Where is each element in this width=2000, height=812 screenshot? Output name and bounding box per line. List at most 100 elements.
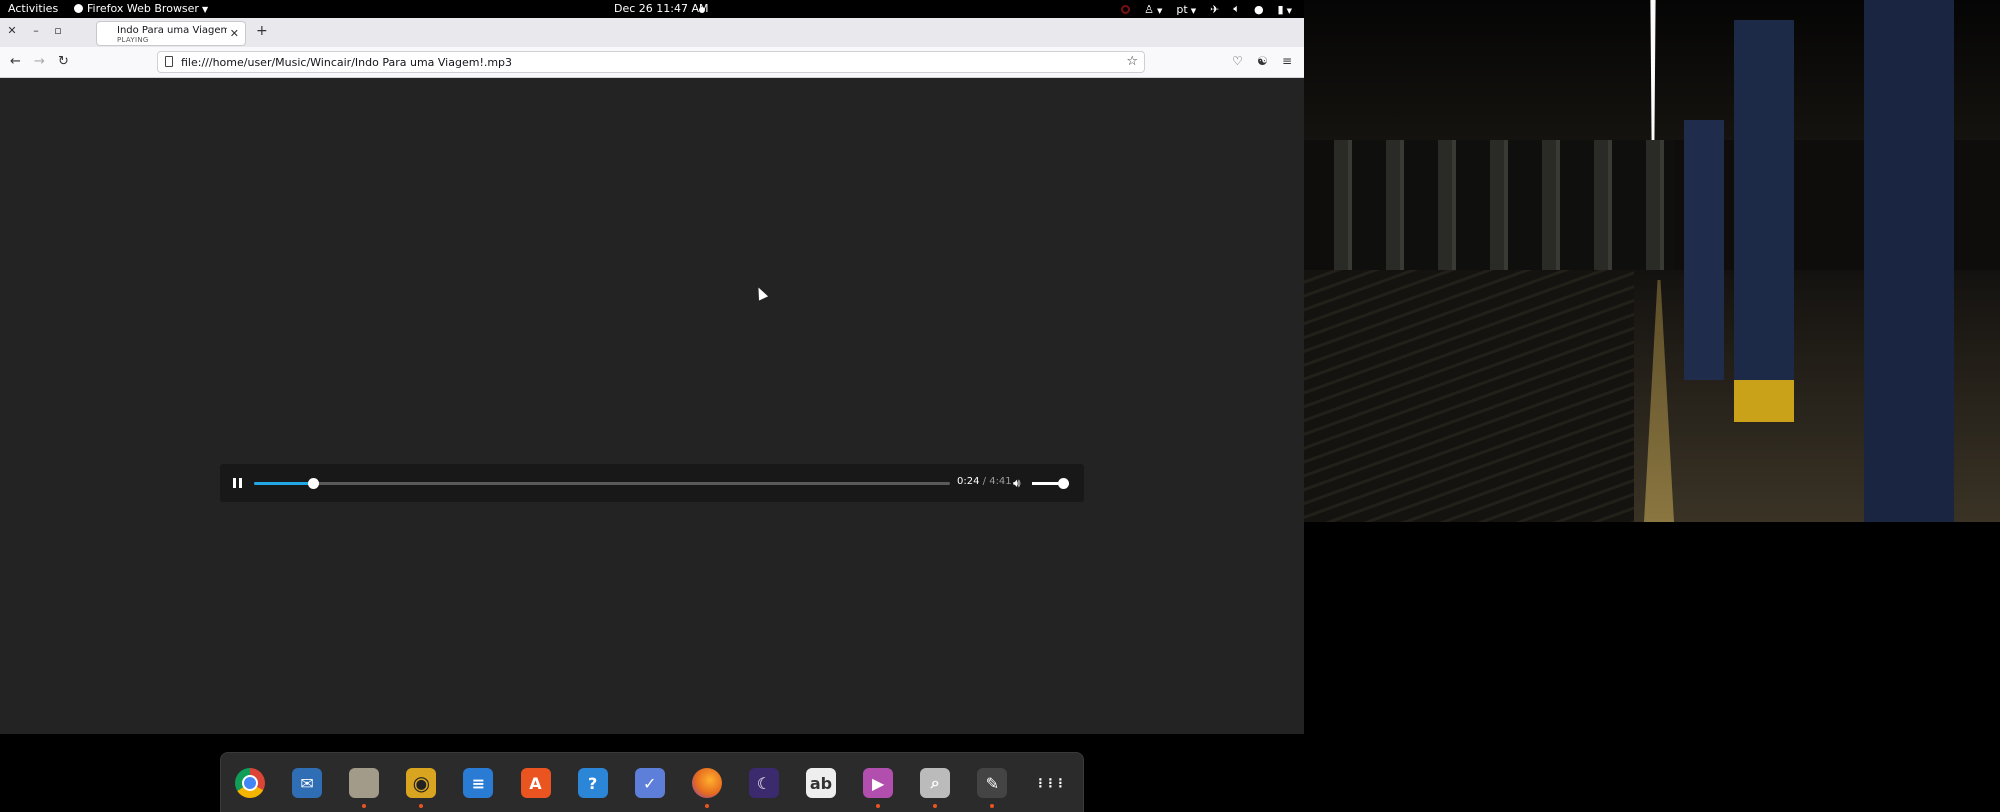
tracks (1304, 270, 1634, 522)
running-indicator (362, 804, 367, 808)
accessibility-menu[interactable]: ♙ ▼ (1144, 3, 1162, 16)
top-bar: Activities Firefox Web Browser ▼ Dec 26 1… (0, 0, 1304, 18)
dictionary-icon: ab (806, 768, 836, 798)
running-indicator (990, 804, 995, 808)
battery-icon: ▮ (1277, 2, 1284, 16)
system-menu[interactable]: ▮ ▼ (1278, 3, 1292, 16)
minimize-window-icon[interactable]: – (29, 24, 43, 37)
back-button[interactable]: ← (10, 54, 21, 69)
forward-button[interactable]: → (34, 54, 45, 69)
dock-item[interactable]: ab (804, 766, 838, 800)
pause-button[interactable] (233, 478, 242, 488)
todo-icon: ✓ (634, 768, 665, 798)
libreoffice-writer-icon: ≡ (463, 768, 494, 798)
dock-item[interactable]: ✉ (290, 766, 324, 800)
pause-icon (233, 478, 236, 488)
clock[interactable]: Dec 26 11:47 AM (614, 2, 709, 15)
dock-item[interactable]: ☾ (747, 766, 781, 800)
dock-item[interactable] (233, 766, 267, 800)
url-bar[interactable]: file:///home/user/Music/Wincair/Indo Par… (157, 51, 1145, 73)
tab-active[interactable]: Indo Para uma Viagem!.mp3 PLAYING ✕ (96, 21, 246, 46)
restore-window-icon[interactable]: ▫ (51, 24, 65, 37)
show-apps-icon: ⋮⋮⋮ (1034, 768, 1066, 798)
chevron-down-icon: ▼ (201, 5, 209, 14)
app-menu-label: Firefox Web Browser (87, 2, 199, 15)
current-time: 0:24 (957, 476, 980, 487)
platform-column (1734, 20, 1794, 380)
seek-handle[interactable] (308, 478, 320, 489)
app-menu[interactable]: Firefox Web Browser ▼ (74, 2, 208, 15)
close-tab-icon[interactable]: ✕ (230, 27, 239, 40)
chevron-down-icon: ▼ (1286, 6, 1292, 15)
chrome-icon (235, 768, 265, 798)
close-window-icon[interactable]: ✕ (5, 24, 19, 37)
activities-button[interactable]: Activities (8, 2, 58, 15)
dock-item[interactable] (347, 766, 381, 808)
system-tray[interactable]: ♙ ▼ pt ▼ ✈ 🔈︎ ● ▮ ▼ (1121, 2, 1292, 16)
volume-slider[interactable] (1032, 478, 1069, 489)
seek-slider[interactable] (254, 478, 950, 489)
accessibility-icon: ♙ (1144, 2, 1155, 16)
keyboard-layout-label: pt (1176, 2, 1188, 16)
opposite-platform (1334, 140, 1674, 270)
dock-item[interactable]: A (519, 766, 553, 800)
keyboard-layout-menu[interactable]: pt ▼ (1176, 3, 1196, 16)
files-icon (349, 768, 380, 798)
time-separator: / (979, 476, 990, 487)
running-indicator (419, 804, 424, 808)
chevron-down-icon: ▼ (1157, 6, 1163, 15)
inkscape-icon: ✎ (977, 768, 1008, 798)
pause-icon-bar (239, 478, 242, 488)
menu-icon[interactable]: ≡ (1282, 54, 1292, 68)
thunderbird-icon: ✉ (292, 768, 323, 798)
dock-item[interactable]: ✎ (975, 766, 1009, 808)
platform-column-base (1734, 380, 1794, 422)
tab-title: Indo Para uma Viagem!.mp3 (117, 25, 227, 36)
account-icon[interactable]: ☯ (1257, 54, 1268, 68)
navigation-toolbar: ← → ↻ file:///home/user/Music/Wincair/In… (0, 47, 1304, 78)
dock-item[interactable]: ⋮⋮⋮ (1032, 766, 1066, 800)
page-icon (165, 56, 173, 67)
tab-strip: ✕ – ▫ Indo Para uma Viagem!.mp3 PLAYING … (0, 18, 1304, 47)
image-viewer-icon: ⌕ (920, 768, 951, 798)
url-text[interactable]: file:///home/user/Music/Wincair/Indo Par… (181, 56, 512, 69)
wallpaper-photo (1304, 0, 2000, 522)
chevron-down-icon: ▼ (1190, 6, 1197, 15)
airplane-icon: ✈ (1210, 2, 1220, 16)
pocket-icon[interactable]: ♡ (1232, 54, 1243, 68)
mouse-cursor-icon (753, 285, 769, 301)
firefox-window: ✕ – ▫ Indo Para uma Viagem!.mp3 PLAYING … (0, 18, 1304, 812)
volume-handle[interactable] (1057, 478, 1069, 489)
recording-icon (1121, 4, 1131, 14)
microphone-icon: ● (1253, 2, 1264, 16)
dock: ✉ ◉ ≡ A? ✓ ☾ ab ▶ ⌕ ✎ ⋮⋮⋮ (220, 752, 1084, 812)
chrome-center (242, 775, 258, 791)
page-content: 0:24 / 4:41 🔊︎ ✉ ◉ ≡ A? ✓ ☾ ab ▶ ⌕ ✎ ⋮⋮⋮ (0, 78, 1304, 812)
platform-column (1684, 120, 1724, 380)
dock-item[interactable]: ✓ (633, 766, 667, 800)
running-indicator (704, 804, 709, 808)
desktop-background (1304, 522, 2000, 734)
seek-progress (254, 482, 314, 485)
tab-playing-label: PLAYING (117, 36, 149, 44)
firefox-icon (74, 4, 83, 13)
dock-item[interactable]: ▶ (861, 766, 895, 808)
shotwell-icon: ☾ (748, 768, 779, 798)
dock-item[interactable]: ? (576, 766, 610, 800)
app-center-icon: A (520, 768, 551, 798)
volume-icon: 🔈︎ (1233, 2, 1240, 15)
duration: 4:41 (989, 476, 1012, 487)
rhythmbox-icon: ◉ (406, 768, 437, 798)
audio-player: 0:24 / 4:41 🔊︎ (220, 464, 1084, 502)
bookmark-star-icon[interactable]: ☆ (1126, 54, 1138, 69)
reload-button[interactable]: ↻ (58, 54, 69, 69)
mute-button[interactable]: 🔊︎ (1013, 476, 1021, 491)
dock-item[interactable]: ⌕ (918, 766, 952, 808)
dock-item[interactable] (690, 766, 724, 808)
firefox-icon (691, 768, 722, 798)
videos-icon: ▶ (863, 768, 894, 798)
dock-item[interactable]: ≡ (461, 766, 495, 800)
platform-column (1864, 0, 1954, 522)
new-tab-button[interactable]: + (256, 23, 268, 39)
dock-item[interactable]: ◉ (404, 766, 438, 808)
